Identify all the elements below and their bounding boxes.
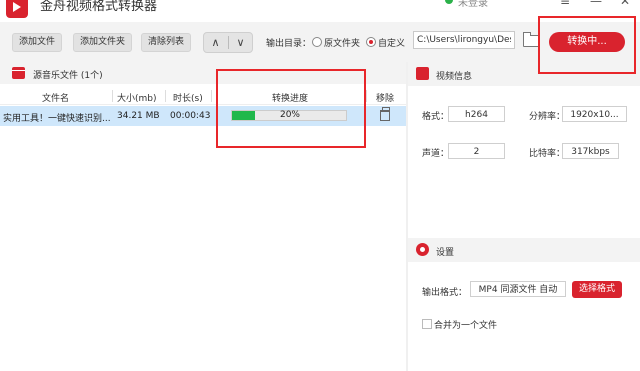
file-duration: 00:00:43 bbox=[170, 111, 211, 121]
merge-label[interactable]: 合并为一个文件 bbox=[434, 318, 497, 331]
col-divider bbox=[366, 90, 367, 102]
col-duration[interactable]: 时长(s) bbox=[173, 91, 203, 104]
trash-icon[interactable] bbox=[380, 107, 390, 121]
radio-original-folder[interactable] bbox=[312, 37, 322, 47]
add-file-button[interactable]: 添加文件 bbox=[12, 33, 63, 52]
resolution-value: 1920x10... bbox=[562, 106, 627, 122]
col-divider bbox=[211, 90, 212, 102]
format-label: 格式： bbox=[422, 112, 450, 122]
file-list-title: 源音乐文件 (1个) bbox=[33, 71, 103, 81]
file-size: 34.21 MB bbox=[117, 111, 160, 121]
radio-original-label[interactable]: 原文件夹 bbox=[324, 36, 360, 49]
merge-checkbox[interactable] bbox=[422, 319, 432, 329]
col-size[interactable]: 大小(mb) bbox=[117, 91, 157, 104]
radio-custom-label[interactable]: 自定义 bbox=[378, 36, 405, 49]
minimize-icon[interactable]: — bbox=[590, 0, 602, 8]
output-dir-label: 输出目录： bbox=[266, 39, 312, 49]
info-panel: 视频信息 格式： h264 分辨率： 1920x10... 声道： 2 比特率：… bbox=[408, 62, 640, 371]
video-info-title: 视频信息 bbox=[436, 72, 473, 82]
radio-custom-folder[interactable] bbox=[366, 37, 376, 47]
bitrate-label: 比特率： bbox=[529, 149, 566, 159]
settings-title: 设置 bbox=[436, 248, 455, 258]
login-status[interactable]: 未登录 bbox=[458, 0, 488, 9]
menu-icon[interactable]: ≡ bbox=[560, 0, 570, 8]
move-arrows: ∧ ∨ bbox=[203, 32, 253, 53]
app-title: 金舟视频格式转换器 bbox=[40, 0, 158, 14]
format-value: h264 bbox=[448, 106, 505, 122]
move-up-button[interactable]: ∧ bbox=[204, 33, 227, 52]
resolution-label: 分辨率： bbox=[529, 112, 566, 122]
annotation-convert-box bbox=[538, 16, 636, 74]
output-format-label: 输出格式： bbox=[422, 288, 468, 298]
col-divider bbox=[112, 90, 113, 102]
clear-list-button[interactable]: 清除列表 bbox=[141, 33, 192, 52]
add-folder-button[interactable]: 添加文件夹 bbox=[73, 33, 133, 52]
folder-icon[interactable] bbox=[523, 32, 539, 47]
app-logo-icon bbox=[6, 0, 28, 18]
channel-value: 2 bbox=[448, 143, 505, 159]
output-format-field[interactable]: MP4 同源文件 自动 bbox=[470, 281, 566, 297]
col-divider bbox=[165, 90, 166, 102]
channel-label: 声道： bbox=[422, 149, 450, 159]
move-down-button[interactable]: ∨ bbox=[229, 33, 252, 52]
close-icon[interactable]: ✕ bbox=[620, 0, 630, 8]
select-format-button[interactable]: 选择格式 bbox=[572, 281, 622, 298]
col-filename[interactable]: 文件名 bbox=[42, 91, 69, 104]
settings-header: 设置 bbox=[408, 238, 640, 262]
col-remove[interactable]: 移除 bbox=[376, 91, 394, 104]
bitrate-value: 317kbps bbox=[562, 143, 619, 159]
film-icon bbox=[12, 67, 25, 79]
file-name: 实用工具！一键快速识别... bbox=[3, 114, 111, 124]
annotation-progress-box bbox=[216, 69, 366, 148]
output-path-input[interactable] bbox=[413, 31, 515, 49]
video-info-icon bbox=[416, 67, 429, 80]
status-dot-icon bbox=[445, 0, 453, 4]
gear-icon bbox=[416, 243, 429, 256]
